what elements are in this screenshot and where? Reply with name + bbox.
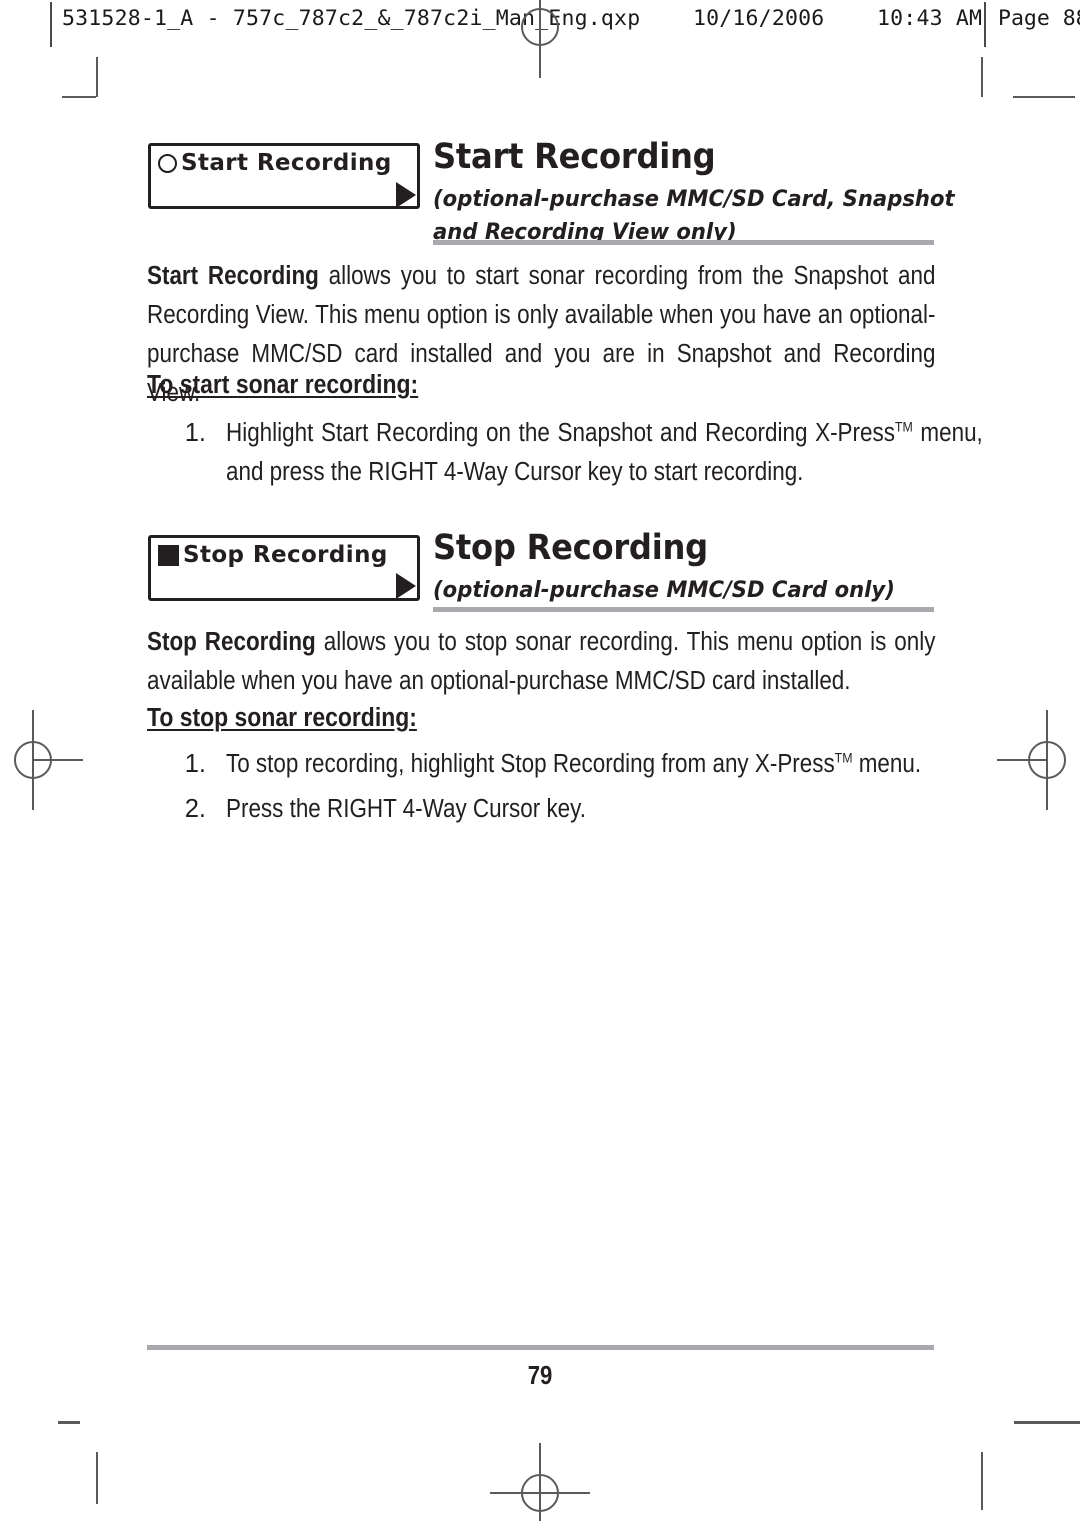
trademark-symbol: TM	[894, 418, 913, 435]
list-item-text: Press the RIGHT 4-Way Cursor key.	[226, 790, 983, 829]
section-title-start-recording: Start Recording	[433, 137, 716, 177]
menu-item-label: Stop Recording	[183, 542, 388, 568]
footer-divider	[147, 1345, 934, 1350]
subheading-to-start-sonar-recording: To start sonar recording:	[147, 371, 419, 399]
list-item-number: 1.	[184, 750, 206, 778]
list-item-text: Highlight Start Recording on the Snapsho…	[226, 414, 983, 492]
steps-list-start-recording: 1. Highlight Start Recording on the Snap…	[168, 414, 1080, 494]
subheading-to-stop-sonar-recording: To stop sonar recording:	[147, 704, 417, 732]
page-number: 79	[527, 1360, 553, 1390]
section-title-stop-recording: Stop Recording	[433, 528, 708, 568]
section-subtitle-stop-recording: (optional-purchase MMC/SD Card only)	[433, 577, 895, 603]
list-item-text-part-2: menu.	[852, 750, 922, 778]
body-lead-in: Stop Recording	[147, 628, 316, 656]
list-item-text-part-1: Highlight Start Recording on the Snapsho…	[226, 419, 895, 447]
page-content: Start Recording Start Recording (optiona…	[0, 0, 1080, 1521]
filled-square-icon	[158, 544, 179, 566]
menu-screenshot-start-recording: Start Recording	[148, 143, 420, 209]
list-item: 1. Highlight Start Recording on the Snap…	[168, 414, 1080, 492]
document-page: 531528-1_A - 757c_787c2_&_787c2i_Man_Eng…	[0, 0, 1080, 1521]
radio-circle-icon	[158, 153, 177, 173]
list-item-text: To stop recording, highlight Stop Record…	[226, 745, 983, 784]
list-item-text-part-1: Press the RIGHT 4-Way Cursor key.	[226, 795, 586, 823]
right-triangle-icon	[396, 573, 416, 599]
steps-list-stop-recording: 1. To stop recording, highlight Stop Rec…	[168, 745, 1080, 831]
trademark-symbol: TM	[834, 749, 853, 766]
menu-screenshot-stop-recording: Stop Recording	[148, 535, 420, 601]
menu-item-row: Start Recording	[158, 150, 392, 176]
section-rule-start-recording	[433, 240, 934, 245]
list-item: 1. To stop recording, highlight Stop Rec…	[168, 745, 1080, 784]
body-lead-in: Start Recording	[147, 262, 319, 290]
list-item: 2. Press the RIGHT 4-Way Cursor key.	[168, 790, 1080, 829]
list-item-number: 1.	[184, 419, 206, 447]
list-item-number: 2.	[184, 795, 206, 823]
menu-item-label: Start Recording	[181, 150, 392, 176]
section-rule-stop-recording	[433, 607, 934, 612]
menu-item-row: Stop Recording	[158, 542, 388, 568]
right-triangle-icon	[396, 182, 416, 208]
list-item-text-part-1: To stop recording, highlight Stop Record…	[226, 750, 835, 778]
section-body-stop-recording: Stop Recording allows you to stop sonar …	[147, 623, 935, 701]
